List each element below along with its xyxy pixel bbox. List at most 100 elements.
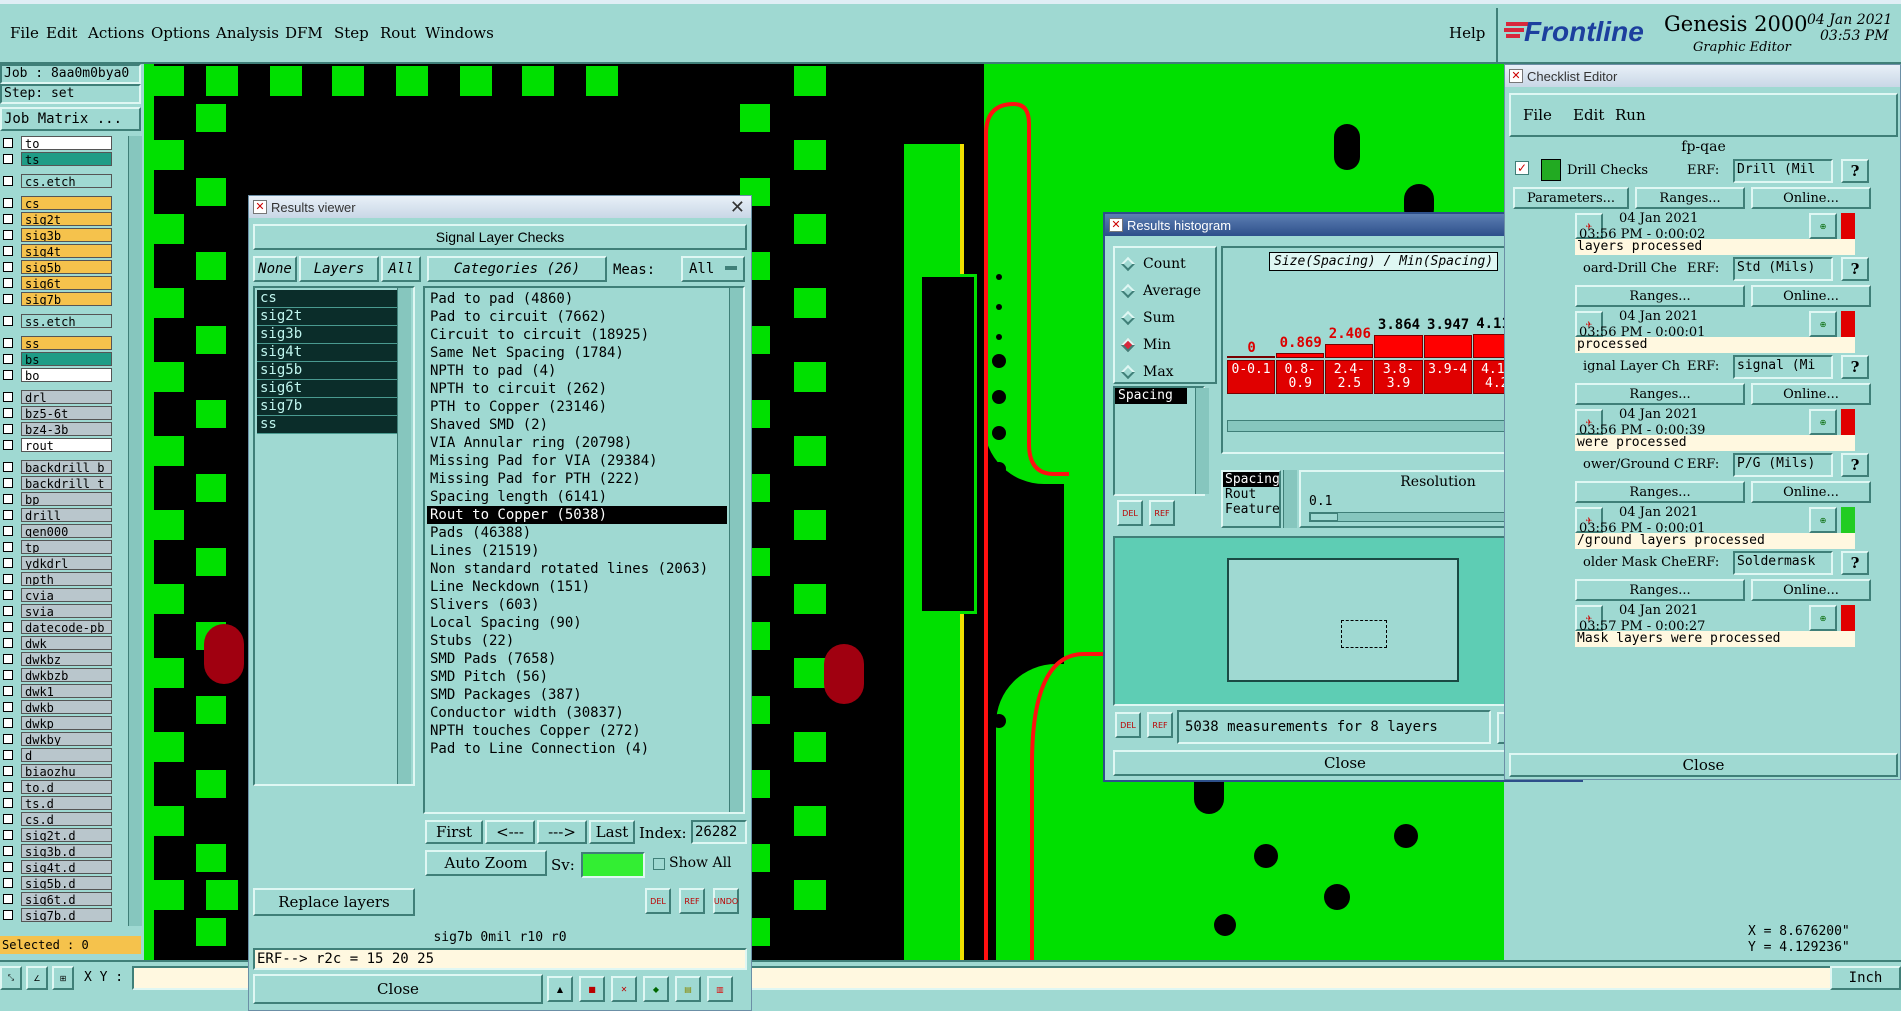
checklist-titlebar[interactable]: ✕ Checklist Editor [1505,65,1900,87]
menu-edit[interactable]: Edit [46,24,77,42]
layer-checkbox[interactable] [3,392,13,402]
online-button[interactable]: Online... [1751,383,1871,405]
layer-row[interactable]: to.d [0,780,112,794]
category-item[interactable]: Missing Pad for VIA (29384) [427,452,727,470]
layer-row[interactable]: sig2t [0,212,112,226]
layer-row[interactable]: ss [0,336,112,350]
layer-row[interactable]: biaozhu [0,764,112,778]
layer-name[interactable]: sig2t [21,212,112,226]
layer-name[interactable]: backdrill_t [21,476,112,490]
mode-min[interactable]: Min [1120,337,1171,353]
help-button[interactable]: ? [1841,551,1869,575]
layer-row[interactable]: sig7b.d [0,908,112,922]
layer-name[interactable]: sig5b [21,260,112,274]
layer-row[interactable]: drl [0,390,112,404]
layer-checkbox[interactable] [3,766,13,776]
online-button[interactable]: Online... [1751,481,1871,503]
histogram-bar[interactable] [1227,356,1276,358]
tool-icon[interactable]: ◆ [643,976,669,1002]
layer-name[interactable]: drill [21,508,112,522]
first-button[interactable]: First [425,820,483,844]
show-all-checkbox[interactable] [653,858,665,870]
layer-row[interactable]: cvia [0,588,112,602]
prev-button[interactable]: <--- [485,820,535,844]
layer-name[interactable]: dwk1 [21,684,112,698]
ranges-button[interactable]: Ranges... [1575,481,1745,503]
menu-dfm[interactable]: DFM [285,24,323,42]
layer-checkbox[interactable] [3,262,13,272]
histogram-icon[interactable]: ▥ [707,976,733,1002]
layer-row[interactable]: cs.etch [0,174,112,188]
layer-icon[interactable]: ▲ [547,976,573,1002]
layer-checkbox[interactable] [3,338,13,348]
histogram-bar[interactable] [1276,352,1325,358]
layer-name[interactable]: bs [21,352,112,366]
ref-button[interactable]: REF [679,888,705,914]
category-item[interactable]: Shaved SMD (2) [427,416,727,434]
replace-layers-dropdown[interactable]: Replace layers [253,888,415,916]
sort-scrollbar[interactable] [1283,470,1297,528]
pan-icon[interactable]: ⤡ [0,966,22,990]
category-item[interactable]: NPTH to pad (4) [427,362,727,380]
layer-checkbox[interactable] [3,558,13,568]
layer-checkbox[interactable] [3,354,13,364]
layer-name[interactable]: cvia [21,588,112,602]
layer-checkbox[interactable] [3,894,13,904]
erf-dropdown[interactable]: P/G (Mils) [1733,453,1833,477]
layer-name[interactable]: sig2t.d [21,828,112,842]
help-button[interactable]: ? [1841,453,1869,477]
help-button[interactable]: ? [1841,159,1869,183]
layer-row[interactable]: cs [0,196,112,210]
layer-checkbox[interactable] [3,294,13,304]
category-item[interactable]: Lines (21519) [427,542,727,560]
results-layer-item[interactable]: sig5b [257,362,400,380]
layer-checkbox[interactable] [3,510,13,520]
layer-checkbox[interactable] [3,424,13,434]
last-button[interactable]: Last [589,820,635,844]
layer-name[interactable]: dwkp [21,716,112,730]
category-item[interactable]: VIA Annular ring (20798) [427,434,727,452]
layer-name[interactable]: dwkbzb [21,668,112,682]
menu-actions[interactable]: Actions [88,24,144,42]
layer-row[interactable]: to [0,136,112,150]
results-layer-item[interactable]: cs [257,290,400,308]
layer-row[interactable]: rout [0,438,112,452]
erf-input[interactable]: ERF--> r2c = 15 20 25 [253,948,747,970]
menu-analysis[interactable]: Analysis [216,24,279,42]
measure-list-scrollbar[interactable] [1195,388,1209,494]
layer-row[interactable]: cs.d [0,812,112,826]
layer-row[interactable]: sig5b.d [0,876,112,890]
histogram-bar[interactable] [1374,335,1423,358]
layer-row[interactable]: backdrill_b [0,460,112,474]
layer-checkbox[interactable] [3,316,13,326]
category-item[interactable]: PTH to Copper (23146) [427,398,727,416]
severity-dropdown[interactable] [581,852,645,878]
layer-checkbox[interactable] [3,702,13,712]
category-item[interactable]: Slivers (603) [427,596,727,614]
layer-name[interactable]: bz4-3b [21,422,112,436]
layer-checkbox[interactable] [3,750,13,760]
category-item[interactable]: Circuit to circuit (18925) [427,326,727,344]
hist-ref-button[interactable]: REF [1149,500,1175,526]
layer-checkbox[interactable] [3,478,13,488]
results-layer-item[interactable]: sig2t [257,308,400,326]
preview-ref-button[interactable]: REF [1147,712,1173,738]
checklist-menu-file[interactable]: File [1523,106,1552,124]
menu-options[interactable]: Options [151,24,210,42]
zoom-icon[interactable]: ⊕ [1809,507,1837,533]
layer-row[interactable]: bo [0,368,112,382]
layer-name[interactable]: sig7b [21,292,112,306]
categories-button[interactable]: Categories (26) [427,256,607,282]
erf-dropdown[interactable]: Std (Mils) [1733,257,1833,281]
hist-del-button[interactable]: DEL [1117,500,1143,526]
checklist-menu-edit[interactable]: Edit [1573,106,1604,124]
layers-scrollbar[interactable] [397,288,411,784]
layer-checkbox[interactable] [3,214,13,224]
layer-row[interactable]: gen000 [0,524,112,538]
layer-name[interactable]: svia [21,604,112,618]
layer-name[interactable]: sig4t [21,244,112,258]
layer-checkbox[interactable] [3,542,13,552]
category-item[interactable]: Same Net Spacing (1784) [427,344,727,362]
layer-row[interactable]: dwkbz [0,652,112,666]
erf-dropdown[interactable]: Soldermask [1733,551,1833,575]
